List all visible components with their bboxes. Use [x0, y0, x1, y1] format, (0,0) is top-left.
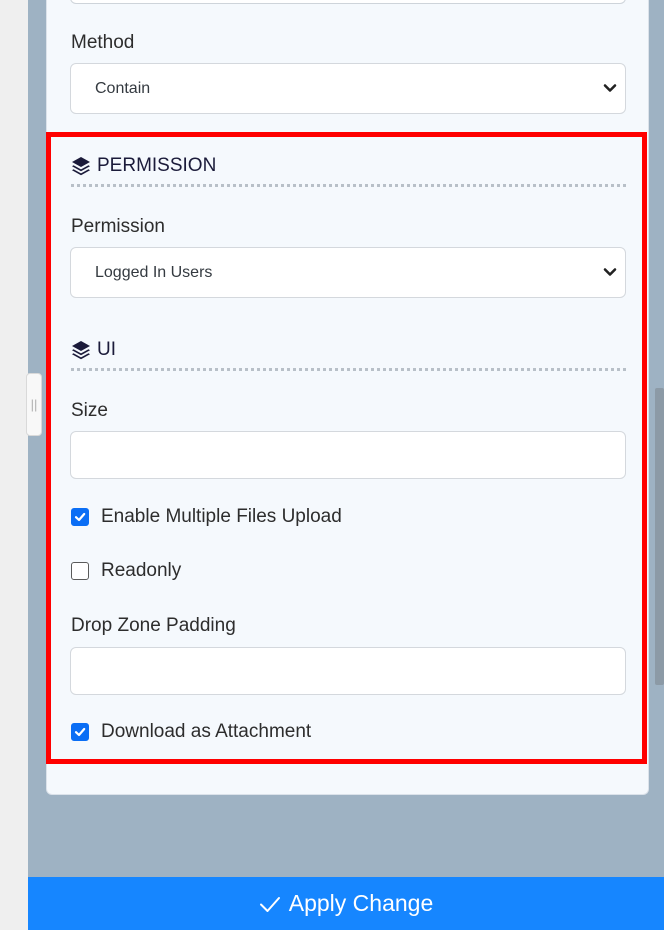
apply-change-label: Apply Change — [288, 890, 434, 916]
grip-icon: || — [30, 397, 38, 412]
previous-field-input[interactable] — [70, 0, 626, 4]
method-select-value: Contain — [95, 79, 151, 97]
method-select[interactable]: Contain — [70, 63, 626, 114]
method-label: Method — [71, 32, 135, 53]
panel-resize-handle[interactable]: || — [26, 373, 42, 436]
apply-change-button[interactable]: Apply Change — [28, 877, 664, 930]
chevron-down-icon — [603, 84, 617, 92]
left-gutter — [0, 0, 28, 930]
scrollbar-thumb[interactable] — [655, 388, 664, 685]
check-icon — [259, 896, 280, 912]
highlight-box — [46, 132, 647, 764]
